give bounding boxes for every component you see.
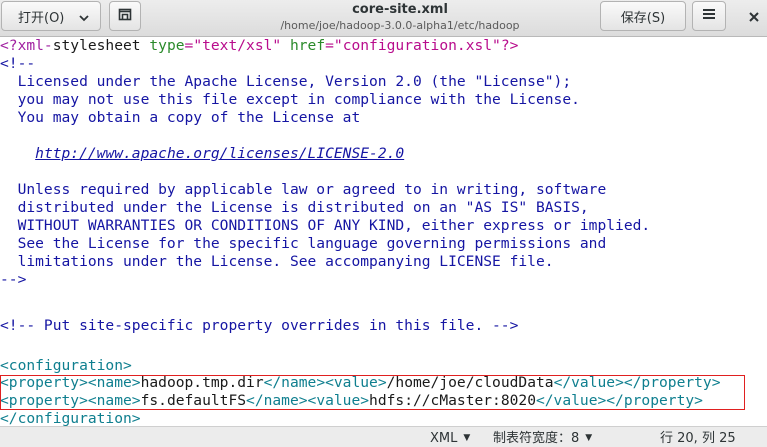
save-button[interactable]: 保存(S) — [600, 1, 686, 31]
language-selector[interactable]: XML ▼ — [430, 430, 470, 447]
new-tab-button[interactable] — [109, 1, 141, 31]
license-url-link[interactable]: http://www.apache.org/licenses/LICENSE-2… — [35, 145, 404, 162]
code-line-license: distributed under the License is distrib… — [0, 199, 589, 216]
property-highlight-box — [0, 375, 745, 410]
open-button[interactable]: 打开(O) — [1, 1, 101, 31]
chevron-down-icon: ▼ — [463, 433, 471, 443]
code-line-comment-close: --> — [0, 271, 27, 288]
code-line-configuration-open: <configuration> — [0, 357, 132, 374]
new-document-icon — [118, 7, 132, 25]
header-bar: 打开(O) core-site.xml /home/joe/hadoop-3.0… — [0, 0, 767, 37]
code-line-license: you may not use this file except in comp… — [0, 91, 580, 108]
code-line-configuration-close: </configuration> — [0, 410, 141, 426]
chevron-down-icon — [79, 11, 89, 26]
close-window-button[interactable] — [741, 4, 767, 30]
text-editor-view[interactable]: <?xml-stylesheet type="text/xsl" href="c… — [0, 37, 767, 426]
chevron-down-icon: ▼ — [585, 433, 593, 443]
code-line-license: Unless required by applicable law or agr… — [0, 181, 607, 198]
code-line-license: Licensed under the Apache License, Versi… — [0, 73, 572, 90]
file-path: /home/joe/hadoop-3.0.0-alpha1/etc/hadoop — [280, 19, 520, 32]
tab-width-selector[interactable]: 制表符宽度：8 ▼ — [493, 430, 592, 447]
code-line-license: You may obtain a copy of the License at — [0, 109, 361, 126]
save-button-label: 保存(S) — [620, 10, 666, 26]
close-icon — [748, 8, 760, 27]
window-title-area: core-site.xml /home/joe/hadoop-3.0.0-alp… — [250, 1, 550, 33]
window-title: core-site.xml — [352, 2, 448, 17]
code-line-license: See the License for the specific languag… — [0, 235, 607, 252]
code-line-comment-open: <!-- — [0, 55, 36, 72]
code-line-xml-stylesheet: <?xml-stylesheet type="text/xsl" href="c… — [0, 37, 519, 54]
code-line-license: WITHOUT WARRANTIES OR CONDITIONS OF ANY … — [0, 217, 651, 234]
status-bar: XML ▼ 制表符宽度：8 ▼ 行 20, 列 25 — [0, 426, 767, 447]
code-line-site-comment: <!-- Put site-specific property override… — [0, 317, 519, 334]
menu-button[interactable] — [692, 1, 726, 31]
hamburger-menu-icon — [702, 8, 716, 24]
code-line-license-url: http://www.apache.org/licenses/LICENSE-2… — [0, 145, 404, 163]
language-label: XML — [430, 431, 458, 446]
cursor-position-label: 行 20, 列 25 — [660, 431, 736, 446]
code-line-license: limitations under the License. See accom… — [0, 253, 554, 270]
tab-width-label: 制表符宽度：8 — [493, 431, 580, 446]
cursor-position: 行 20, 列 25 — [660, 430, 736, 447]
open-button-label: 打开(O) — [18, 10, 65, 26]
